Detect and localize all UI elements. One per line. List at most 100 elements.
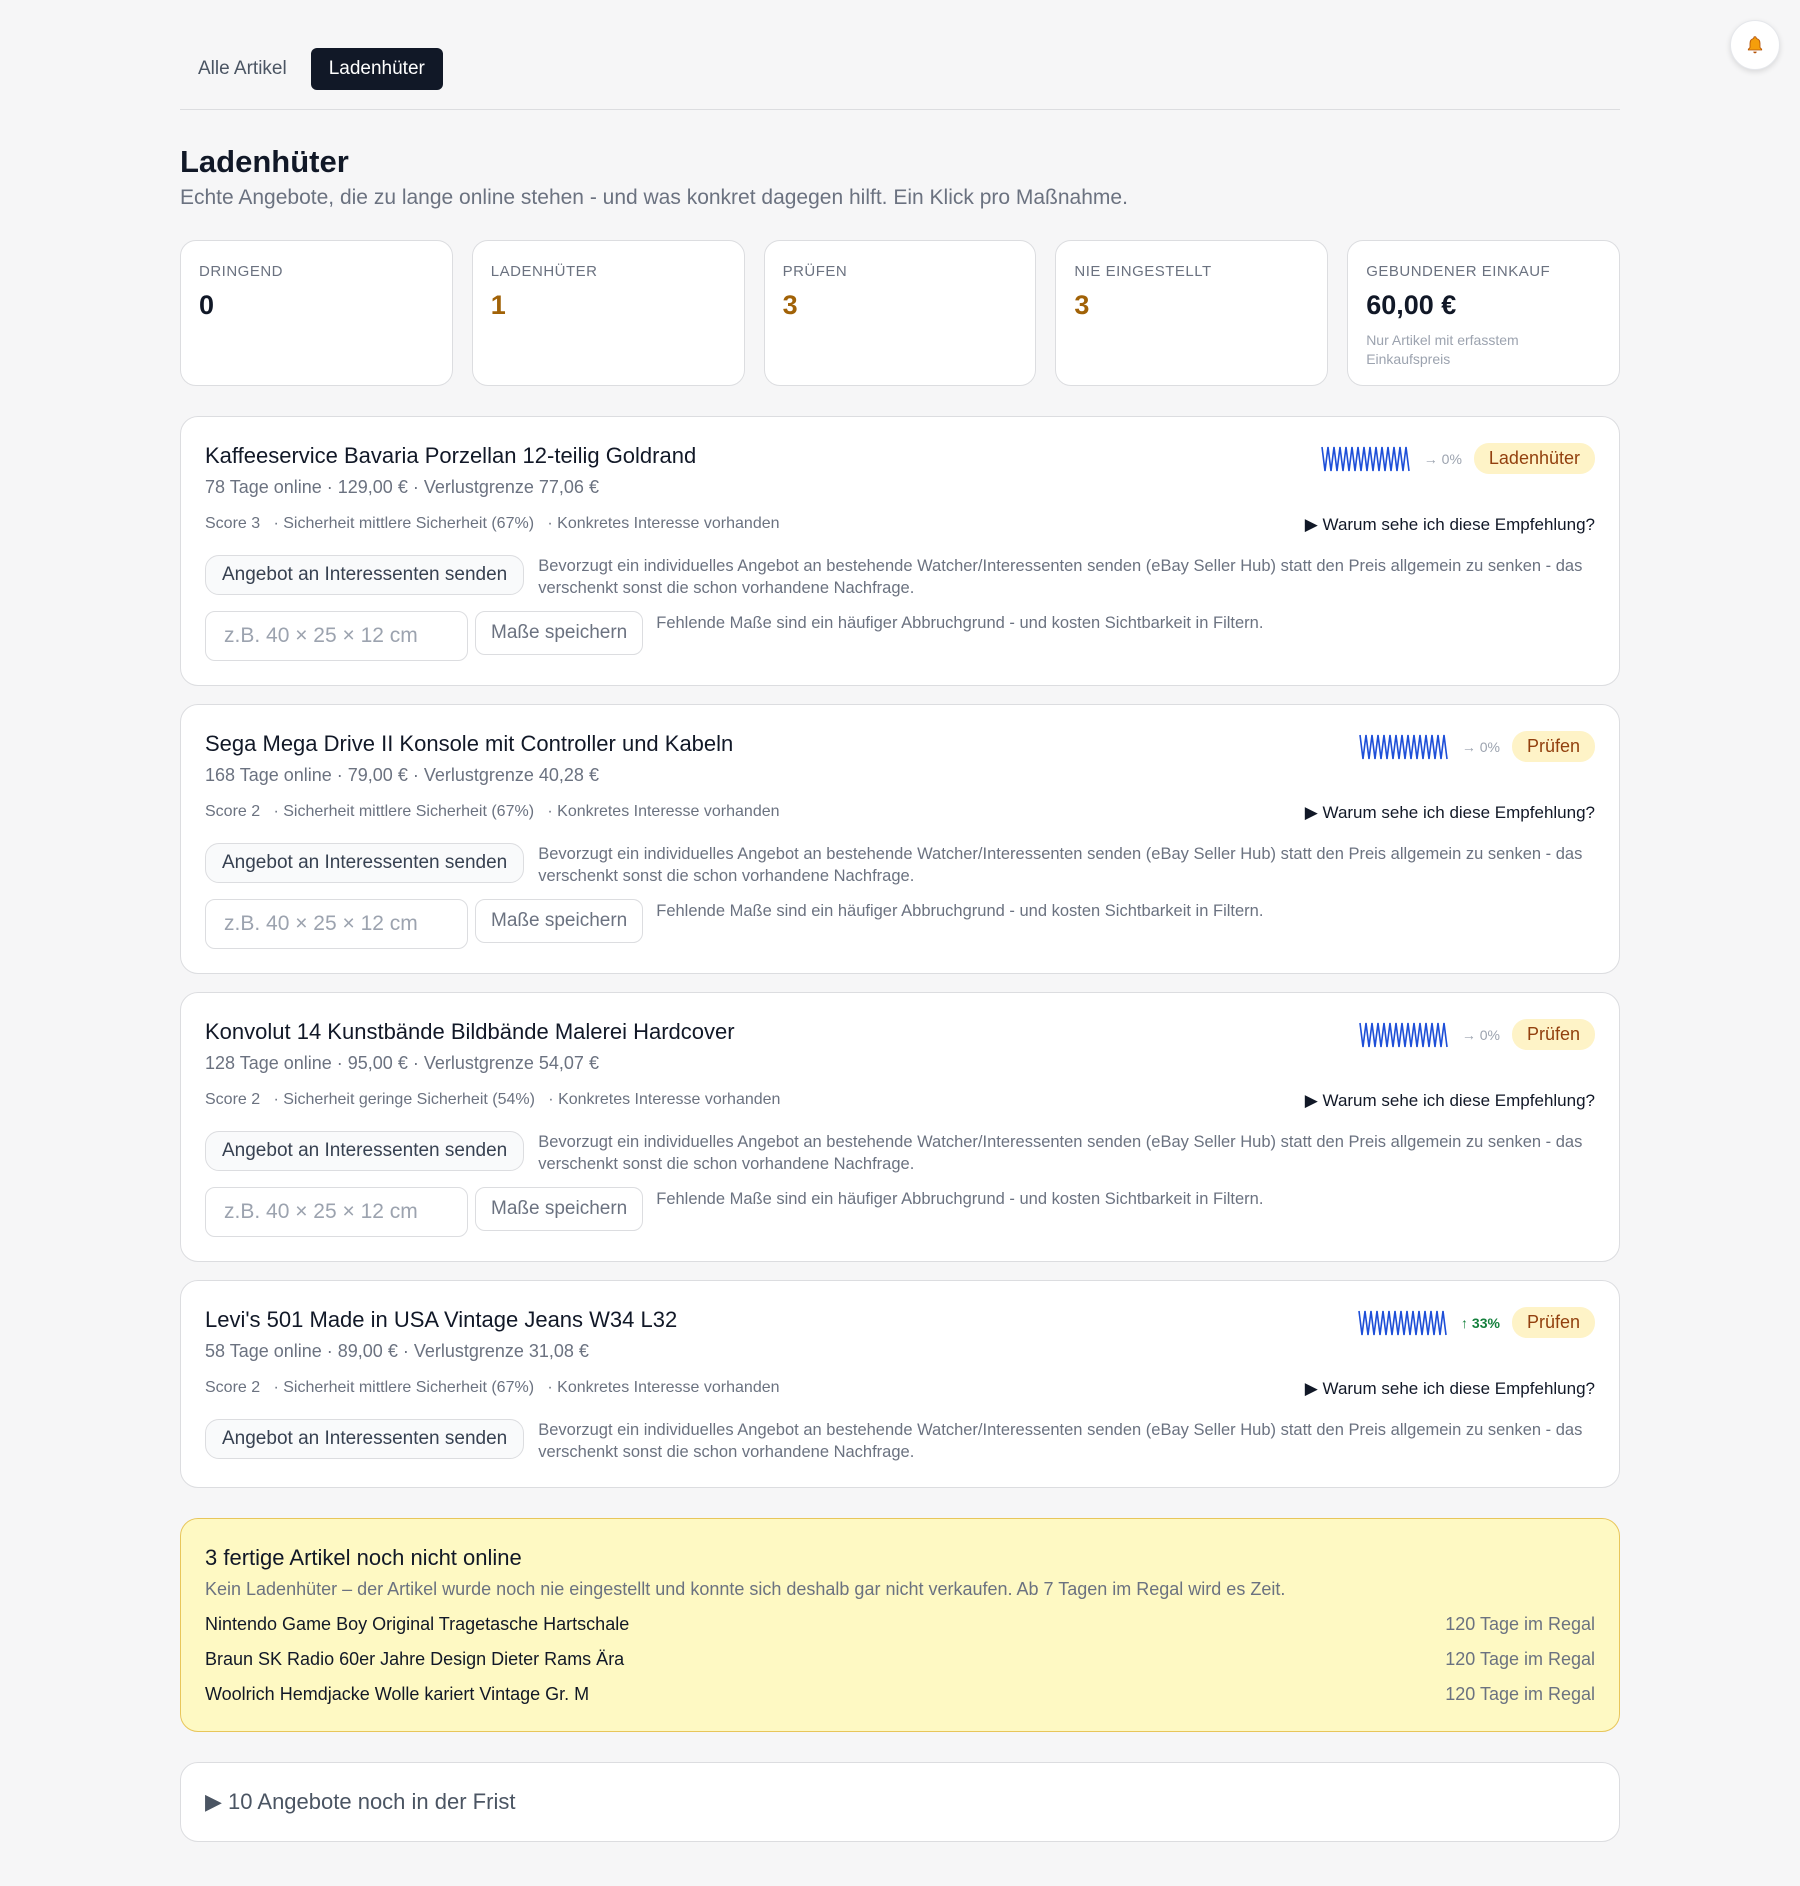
send-offer-button[interactable]: Angebot an Interessenten senden — [205, 1131, 525, 1171]
offer-action: Angebot an Interessenten senden Bevorzug… — [205, 843, 1595, 887]
item-name: Nintendo Game Boy Original Tragetasche H… — [205, 1614, 630, 1634]
dimensions-action: z.B. 40 × 25 × 12 cm Maße speichern Fehl… — [205, 611, 1595, 661]
main-content: Alle Artikel Ladenhüter Ladenhüter Echte… — [180, 0, 1620, 1842]
kpi-label: GEBUNDENER EINKAUF — [1366, 263, 1551, 280]
not-online-title: 3 fertige Artikel noch nicht online — [205, 1545, 522, 1570]
score-label: Score 2 — [205, 803, 261, 820]
listing-status: → 0% Prüfen — [1358, 731, 1595, 762]
dimensions-note: Fehlende Maße sind ein häufiger Abbruchg… — [656, 902, 1264, 920]
trend-value: ↑ 33% — [1461, 1314, 1500, 1331]
dimensions-note: Fehlende Maße sind ein häufiger Abbruchg… — [656, 614, 1264, 632]
kpi-review: PRÜFEN 3 — [763, 240, 1037, 386]
kpi-label: PRÜFEN — [782, 263, 848, 280]
item-name: Woolrich Hemdjacke Wolle kariert Vintage… — [205, 1684, 590, 1704]
save-dimensions-button[interactable]: Maße speichern — [475, 611, 644, 655]
offer-description: Bevorzugt ein individuelles Angebot an b… — [538, 845, 1583, 885]
listing-scoring: Score 2 · Sicherheit mittlere Sicherheit… — [205, 803, 1595, 823]
listing-status: → 0% Prüfen — [1358, 1019, 1595, 1050]
status-badge: Prüfen — [1511, 1307, 1595, 1338]
dimensions-input[interactable]: z.B. 40 × 25 × 12 cm — [205, 1187, 468, 1237]
listing-status: ↑ 33% Prüfen — [1357, 1307, 1595, 1338]
dimensions-note: Fehlende Maße sind ein häufiger Abbruchg… — [656, 1190, 1264, 1208]
list-item[interactable]: Nintendo Game Boy Original Tragetasche H… — [205, 1614, 1595, 1635]
certainty-label: · Sicherheit geringe Sicherheit (54%) — [273, 1091, 535, 1108]
kpi-bound-purchase: GEBUNDENER EINKAUF 60,00 € Nur Artikel m… — [1347, 240, 1620, 386]
list-item[interactable]: Braun SK Radio 60er Jahre Design Dieter … — [205, 1649, 1595, 1670]
not-online-subtitle: Kein Ladenhüter – der Artikel wurde noch… — [205, 1579, 1286, 1599]
sparkline-path — [1359, 1022, 1448, 1047]
status-badge: Prüfen — [1511, 1019, 1595, 1050]
interest-label: · Konkretes Interesse vorhanden — [548, 1091, 781, 1108]
shelf-days: 120 Tage im Regal — [1445, 1684, 1595, 1704]
why-recommendation-toggle[interactable]: ▶ Warum sehe ich diese Empfehlung? — [1305, 1091, 1595, 1111]
save-dimensions-button[interactable]: Maße speichern — [475, 1187, 644, 1231]
offer-action: Angebot an Interessenten senden Bevorzug… — [205, 1131, 1595, 1175]
kpi-row: DRINGEND 0 LADENHÜTER 1 PRÜFEN 3 NIE EIN… — [180, 240, 1620, 386]
trend-sparkline — [1358, 1310, 1447, 1335]
save-dimensions-button[interactable]: Maße speichern — [475, 899, 644, 943]
not-online-panel: 3 fertige Artikel noch nicht online Kein… — [180, 1518, 1620, 1732]
sparkline-path — [1359, 734, 1448, 759]
why-recommendation-toggle[interactable]: ▶ Warum sehe ich diese Empfehlung? — [1305, 515, 1595, 535]
score-label: Score 2 — [205, 1091, 261, 1108]
kpi-note: Nur Artikel mit erfasstem Einkaufspreis — [1366, 332, 1519, 367]
status-badge: Prüfen — [1511, 731, 1595, 762]
kpi-label: LADENHÜTER — [490, 263, 598, 280]
kpi-value: 1 — [490, 290, 506, 320]
why-recommendation-toggle[interactable]: ▶ Warum sehe ich diese Empfehlung? — [1305, 803, 1595, 823]
dimensions-action: z.B. 40 × 25 × 12 cm Maße speichern Fehl… — [205, 1187, 1595, 1237]
dimensions-action: z.B. 40 × 25 × 12 cm Maße speichern Fehl… — [205, 899, 1595, 949]
kpi-value: 0 — [199, 290, 215, 320]
interest-label: · Konkretes Interesse vorhanden — [547, 803, 780, 820]
score-label: Score 3 — [205, 515, 261, 532]
kpi-value: 3 — [1074, 290, 1090, 320]
page-subtitle: Echte Angebote, die zu lange online steh… — [180, 186, 1128, 209]
status-badge: Ladenhüter — [1473, 443, 1595, 474]
offer-description: Bevorzugt ein individuelles Angebot an b… — [538, 1421, 1583, 1461]
trend-value: → 0% — [1461, 738, 1500, 755]
within-deadline-toggle[interactable]: ▶ 10 Angebote noch in der Frist — [180, 1762, 1620, 1842]
send-offer-button[interactable]: Angebot an Interessenten senden — [205, 1419, 525, 1459]
certainty-label: · Sicherheit mittlere Sicherheit (67%) — [273, 803, 535, 820]
certainty-label: · Sicherheit mittlere Sicherheit (67%) — [273, 515, 535, 532]
shelf-days: 120 Tage im Regal — [1445, 1614, 1595, 1634]
kpi-value: 60,00 € — [1366, 290, 1457, 320]
listing-meta: 128 Tage online · 95,00 € · Verlustgrenz… — [205, 1053, 599, 1073]
tab-all-items[interactable]: Alle Artikel — [180, 48, 305, 90]
why-recommendation-toggle[interactable]: ▶ Warum sehe ich diese Empfehlung? — [1305, 1379, 1595, 1399]
listing-scoring: Score 2 · Sicherheit mittlere Sicherheit… — [205, 1379, 1595, 1399]
kpi-slow-movers: LADENHÜTER 1 — [471, 240, 745, 386]
send-offer-button[interactable]: Angebot an Interessenten senden — [205, 555, 525, 595]
trend-sparkline — [1359, 1022, 1448, 1047]
certainty-label: · Sicherheit mittlere Sicherheit (67%) — [273, 1379, 535, 1396]
shelf-days: 120 Tage im Regal — [1445, 1649, 1595, 1669]
kpi-value: 3 — [782, 290, 798, 320]
kpi-never-listed: NIE EINGESTELLT 3 — [1055, 240, 1329, 386]
kpi-label: NIE EINGESTELLT — [1074, 263, 1212, 280]
send-offer-button[interactable]: Angebot an Interessenten senden — [205, 843, 525, 883]
listing-card: Levi's 501 Made in USA Vintage Jeans W34… — [180, 1280, 1620, 1488]
listing-scoring: Score 3 · Sicherheit mittlere Sicherheit… — [205, 515, 1595, 535]
listing-card: Sega Mega Drive II Konsole mit Controlle… — [180, 704, 1620, 974]
tab-slow-movers[interactable]: Ladenhüter — [310, 48, 443, 90]
page-title: Ladenhüter — [180, 144, 349, 179]
trend-sparkline — [1320, 446, 1410, 471]
offer-action: Angebot an Interessenten senden Bevorzug… — [205, 555, 1595, 599]
trend-sparkline — [1359, 734, 1448, 759]
dimensions-input[interactable]: z.B. 40 × 25 × 12 cm — [205, 899, 468, 949]
tab-bar: Alle Artikel Ladenhüter — [180, 0, 1620, 110]
dimensions-input[interactable]: z.B. 40 × 25 × 12 cm — [205, 611, 468, 661]
listing-card: Kaffeeservice Bavaria Porzellan 12-teili… — [180, 416, 1620, 686]
interest-label: · Konkretes Interesse vorhanden — [547, 515, 780, 532]
listing-card: Konvolut 14 Kunstbände Bildbände Malerei… — [180, 992, 1620, 1262]
listing-meta: 58 Tage online · 89,00 € · Verlustgrenze… — [205, 1341, 589, 1361]
offer-action: Angebot an Interessenten senden Bevorzug… — [205, 1419, 1595, 1463]
listing-status: → 0% Ladenhüter — [1320, 443, 1595, 474]
notification-button[interactable] — [1730, 20, 1780, 70]
listing-meta: 168 Tage online · 79,00 € · Verlustgrenz… — [205, 765, 599, 785]
item-name: Braun SK Radio 60er Jahre Design Dieter … — [205, 1649, 625, 1669]
list-item[interactable]: Woolrich Hemdjacke Wolle kariert Vintage… — [205, 1684, 1595, 1705]
listing-meta: 78 Tage online · 129,00 € · Verlustgrenz… — [205, 477, 599, 497]
offer-description: Bevorzugt ein individuelles Angebot an b… — [538, 1133, 1583, 1173]
kpi-urgent: DRINGEND 0 — [180, 240, 453, 386]
